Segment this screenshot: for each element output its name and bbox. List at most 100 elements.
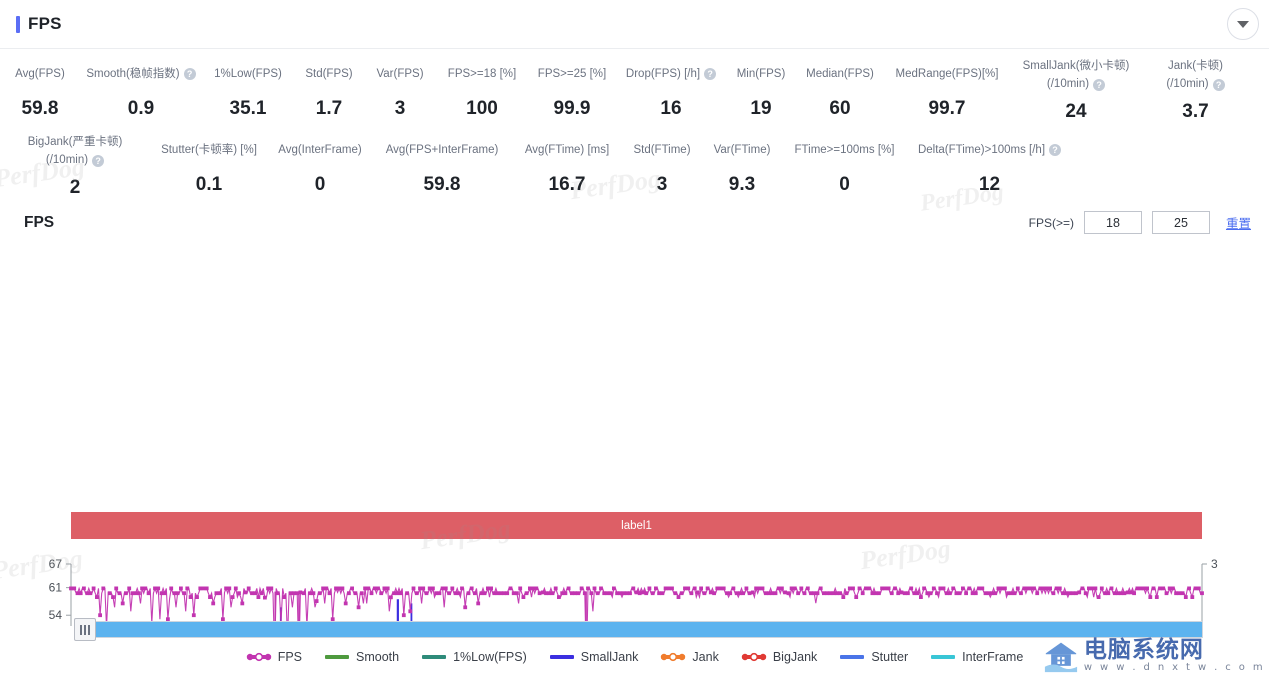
fps-threshold-high-input[interactable] xyxy=(1151,211,1210,234)
range-left-handle[interactable] xyxy=(74,618,96,641)
fps-threshold-low-input[interactable] xyxy=(1083,211,1142,234)
legend-swatch-icon xyxy=(246,652,271,662)
range-track[interactable] xyxy=(74,621,1203,638)
legend-item-smooth[interactable]: Smooth xyxy=(324,650,399,664)
legend-swatch-icon xyxy=(661,652,686,662)
metric-label-text: Avg(FPS+InterFrame) xyxy=(385,143,499,156)
legend-label: Smooth xyxy=(356,650,400,664)
metric-value: 35.1 xyxy=(229,98,267,119)
help-icon[interactable]: ? xyxy=(1093,78,1106,91)
metric-label-text: FPS>=25 [%] xyxy=(537,67,607,80)
metric-label: FPS>=25 [%] xyxy=(538,59,606,89)
metric-label-text: FTime>=100ms [%] xyxy=(794,143,895,156)
chart-plot-area[interactable]: label1 0612182430364248546167FPS0123Jank… xyxy=(0,236,1269,626)
metric-cell: Min(FPS) 19 xyxy=(726,59,796,120)
legend-item-jank[interactable]: Jank xyxy=(660,650,719,664)
metric-cell: SmallJank(微小卡顿) (/10min)? 24 xyxy=(1010,59,1142,123)
help-icon[interactable]: ? xyxy=(1049,144,1062,156)
metric-cell: MedRange(FPS)[%] 99.7 xyxy=(884,59,1010,120)
metric-label: Avg(FTime) [ms] xyxy=(525,135,609,165)
metric-label-text: MedRange(FPS)[%] xyxy=(895,67,999,80)
metric-label: Jank(卡顿) (/10min)? xyxy=(1166,59,1225,92)
y-axis-tick: 61 xyxy=(49,581,63,595)
metric-cell: Avg(InterFrame) 0 xyxy=(268,135,372,196)
legend-item-1-low-fps[interactable]: 1%Low(FPS) xyxy=(421,650,527,664)
metric-label-text: Drop(FPS) [/h] xyxy=(625,67,701,80)
help-icon[interactable]: ? xyxy=(183,68,196,80)
metric-label: Avg(FPS) xyxy=(15,59,65,89)
metric-cell: Var(FTime) 9.3 xyxy=(702,135,782,196)
metric-label-text: Avg(FTime) [ms] xyxy=(524,143,610,156)
reset-link[interactable]: 重置 xyxy=(1226,213,1251,232)
metric-value: 100 xyxy=(466,98,498,119)
metric-label: Var(FTime) xyxy=(714,135,771,165)
metric-cell: Smooth(稳帧指数)? 0.9 xyxy=(80,59,202,120)
metric-cell: BigJank(严重卡顿) (/10min)? 2 xyxy=(0,135,150,199)
metric-label: Min(FPS) xyxy=(737,59,786,89)
site-url: w w w . d n x t w . c o m xyxy=(1083,662,1265,673)
metric-label: Drop(FPS) [/h]? xyxy=(625,59,717,89)
metric-label-subtext: (/10min) xyxy=(1046,78,1090,90)
chart-controls: FPS(>=) 重置 xyxy=(1029,211,1251,234)
title-accent-bar xyxy=(16,15,20,33)
legend-swatch-icon xyxy=(840,655,865,659)
metric-value: 99.9 xyxy=(553,98,591,119)
metric-cell: 1%Low(FPS) 35.1 xyxy=(202,59,294,120)
legend-label: 1%Low(FPS) xyxy=(453,650,527,664)
metric-label-text: Min(FPS) xyxy=(736,67,786,80)
metric-cell: Avg(FPS+InterFrame) 59.8 xyxy=(372,135,512,196)
legend-item-interframe[interactable]: InterFrame xyxy=(930,650,1023,664)
legend-item-bigjank[interactable]: BigJank xyxy=(741,650,817,664)
grip-bar-icon xyxy=(84,624,86,635)
legend-item-fps[interactable]: FPS xyxy=(246,650,302,664)
legend-swatch-icon xyxy=(931,655,956,659)
metric-label-text: FPS>=18 [%] xyxy=(447,67,517,80)
metric-label-text: Median(FPS) xyxy=(806,67,874,80)
fps-chart-svg[interactable]: 0612182430364248546167FPS0123Jank00:0001… xyxy=(0,236,1269,626)
metrics-row-2: BigJank(严重卡顿) (/10min)? 2 Stutter(卡顿率) [%] 0… xyxy=(0,135,1269,199)
metrics-summary: Avg(FPS) 59.8 Smooth(稳帧指数)? 0.9 1%Low(FPS) 35… xyxy=(0,49,1269,203)
metric-label: Avg(FPS+InterFrame) xyxy=(386,135,499,165)
page-title: FPS xyxy=(28,14,62,33)
metric-label-text: SmallJank(微小卡顿) xyxy=(1022,60,1130,72)
metric-cell: FTime>=100ms [%] 0 xyxy=(782,135,907,196)
legend-label: Stutter xyxy=(871,650,909,664)
metric-label: FPS>=18 [%] xyxy=(448,59,516,89)
legend-item-stutter[interactable]: Stutter xyxy=(839,650,908,664)
metric-label: BigJank(严重卡顿) (/10min)? xyxy=(27,135,123,168)
site-watermark-text: 电脑系统网 w w w . d n x t w . c o m xyxy=(1084,638,1265,674)
legend-swatch-icon xyxy=(741,652,767,662)
metric-label: Smooth(稳帧指数)? xyxy=(86,59,196,89)
metric-value: 0.1 xyxy=(195,174,223,195)
metric-label-text: BigJank(严重卡顿) xyxy=(27,136,123,148)
metric-value: 59.8 xyxy=(423,174,461,195)
legend-item-smalljank[interactable]: SmallJank xyxy=(549,650,639,664)
metric-label-text: Std(FTime) xyxy=(633,143,691,156)
y-axis-tick: 67 xyxy=(49,557,63,571)
metric-label-text: Avg(FPS) xyxy=(15,67,65,80)
site-name: 电脑系统网 xyxy=(1083,637,1204,663)
legend-swatch-icon xyxy=(549,655,574,659)
metric-cell: FPS>=25 [%] 99.9 xyxy=(528,59,616,120)
metric-value: 24 xyxy=(1065,101,1087,122)
metric-value: 3 xyxy=(656,174,668,195)
chevron-down-icon xyxy=(1237,20,1249,28)
metric-cell: Avg(FTime) [ms] 16.7 xyxy=(512,135,622,196)
metric-cell: FPS>=18 [%] 100 xyxy=(436,59,528,120)
fps-report-page: FPS Avg(FPS) 59.8 Smooth(稳帧指数)? 0.9 1%Low(FP… xyxy=(0,0,1269,676)
metric-label-text: Stutter(卡顿率) [%] xyxy=(161,143,257,156)
help-icon[interactable]: ? xyxy=(92,154,105,167)
metric-cell: Stutter(卡顿率) [%] 0.1 xyxy=(150,135,268,196)
metric-label-text: Jank(卡顿) xyxy=(1168,60,1223,72)
chart-title: FPS xyxy=(24,213,55,231)
help-icon[interactable]: ? xyxy=(704,68,717,80)
page-header: FPS xyxy=(0,0,1269,49)
help-icon[interactable]: ? xyxy=(1212,78,1225,91)
legend-swatch-icon xyxy=(422,655,447,659)
metric-label-text: Var(FPS) xyxy=(376,67,424,80)
metric-value: 99.7 xyxy=(928,98,966,119)
metric-label-subtext: (/10min) xyxy=(1166,78,1209,90)
collapse-panel-button[interactable] xyxy=(1227,8,1259,40)
legend-label: SmallJank xyxy=(580,650,639,664)
metric-value: 60 xyxy=(829,98,851,119)
